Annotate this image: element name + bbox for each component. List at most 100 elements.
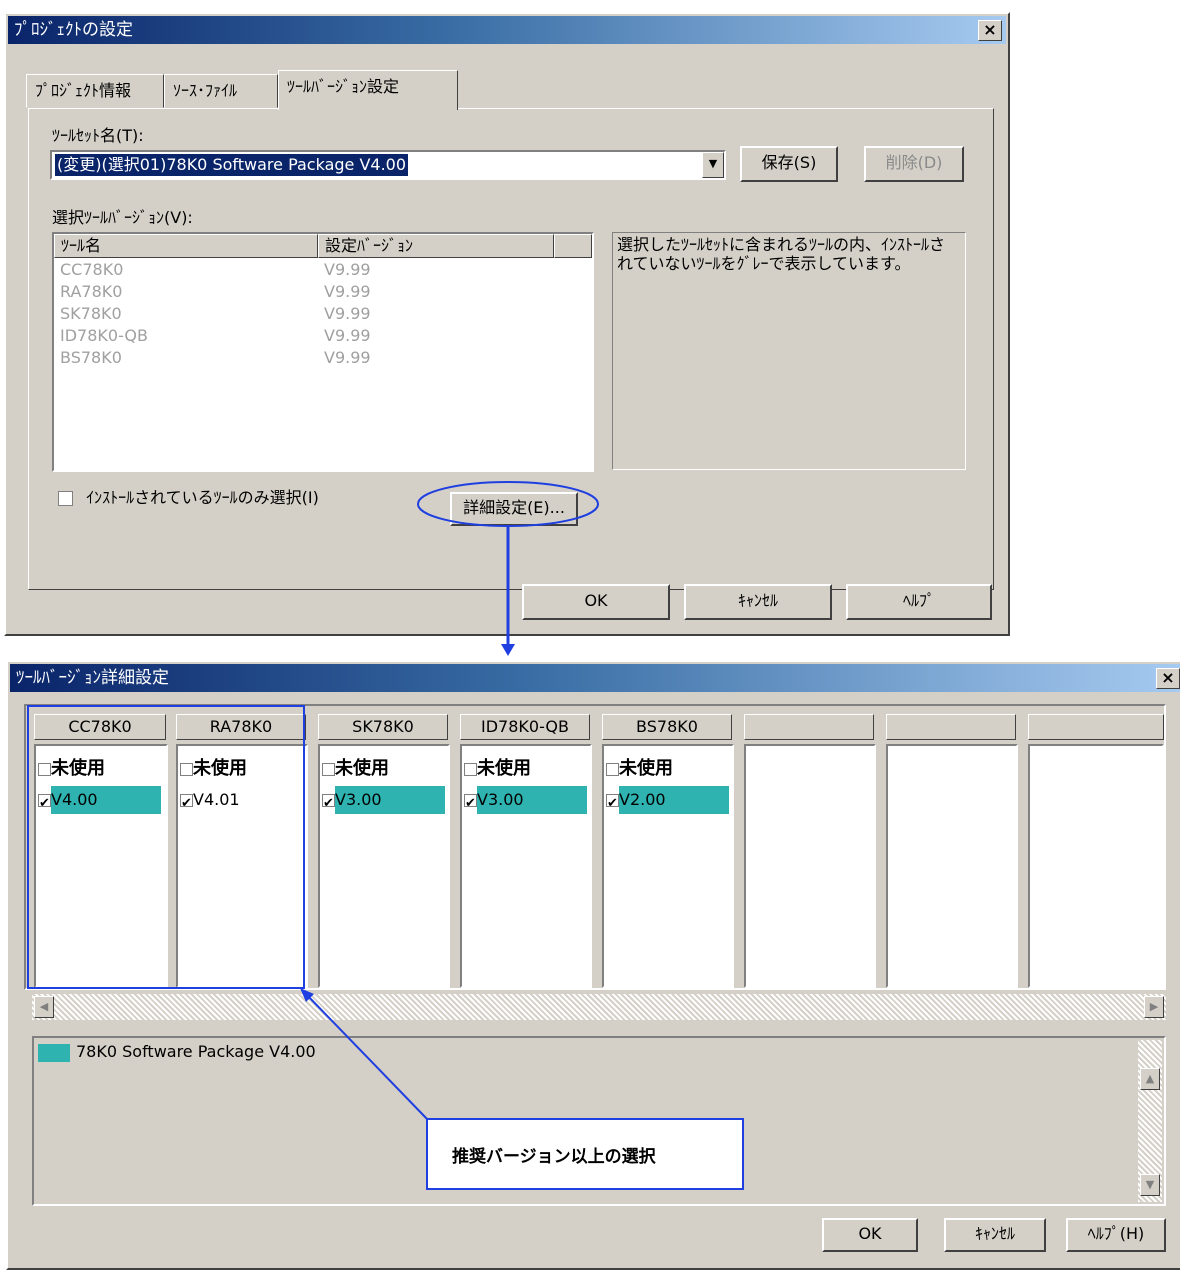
column-header-tool-name[interactable]: ﾂｰﾙ名 [54,234,318,258]
version-column[interactable]: 未使用 V3.00 [460,744,592,988]
scroll-right-icon[interactable]: ▶ [1144,996,1164,1018]
scroll-left-icon[interactable]: ◀ [34,996,54,1018]
callout-text: 推奨バージョン以上の選択 [452,1147,656,1167]
tool-version: V9.99 [324,260,371,279]
horizontal-scrollbar[interactable]: ◀ ▶ [32,994,1166,1020]
checkbox-checked[interactable] [38,790,51,818]
detail-titlebar[interactable]: ﾂｰﾙﾊﾞｰｼﾞｮﾝ詳細設定 × [10,664,1180,692]
checkbox[interactable] [606,762,619,776]
unused-option[interactable]: 未使用 [38,754,105,780]
detail-help-button[interactable]: ﾍﾙﾌﾟ(H) [1066,1218,1166,1252]
tool-name: RA78K0 [60,282,123,301]
version-column[interactable]: 未使用 V4.00 [34,744,168,988]
info-panel: 選択したﾂｰﾙｾｯﾄに含まれるﾂｰﾙの内、ｲﾝｽﾄｰﾙされていないﾂｰﾙをｸﾞﾚ… [612,232,966,470]
scroll-down-icon[interactable]: ▼ [1140,1174,1160,1196]
unused-label: 未使用 [335,758,389,779]
checkbox[interactable] [322,762,335,776]
tool-version: V9.99 [324,282,371,301]
column-header[interactable]: CC78K0 [34,714,166,740]
checkbox[interactable] [464,762,477,776]
tool-version-list[interactable]: ﾂｰﾙ名 設定ﾊﾞｰｼﾞｮﾝ CC78K0 V9.99 RA78K0 V9.99… [52,232,594,472]
project-settings-title: ﾌﾟﾛｼﾞｪｸﾄの設定 [14,20,133,40]
installed-only-checkbox[interactable]: ｲﾝｽﾄｰﾙされているﾂｰﾙのみ選択(I) [58,484,319,508]
cancel-button[interactable]: ｷｬﾝｾﾙ [684,584,832,620]
column-header[interactable]: SK78K0 [318,714,448,740]
legend-text: 78K0 Software Package V4.00 [76,1042,316,1061]
version-label: V3.00 [477,786,587,814]
column-header[interactable] [886,714,1016,740]
checkbox[interactable] [180,762,193,776]
unused-option[interactable]: 未使用 [180,754,247,780]
toolset-name-label: ﾂｰﾙｾｯﾄ名(T): [52,126,144,145]
unused-label: 未使用 [193,758,247,779]
checkbox-box[interactable] [58,491,73,506]
version-option[interactable]: V2.00 [606,786,729,818]
vertical-scrollbar[interactable]: ▲ ▼ [1138,1040,1162,1202]
info-text: 選択したﾂｰﾙｾｯﾄに含まれるﾂｰﾙの内、ｲﾝｽﾄｰﾙされていないﾂｰﾙをｸﾞﾚ… [617,235,946,273]
version-label: 選択ﾂｰﾙﾊﾞｰｼﾞｮﾝ(V): [52,208,193,227]
version-option[interactable]: V3.00 [464,786,587,818]
column-header-spacer [554,234,592,258]
ok-button[interactable]: OK [522,584,670,620]
delete-button[interactable]: 削除(D) [864,146,964,182]
unused-label: 未使用 [477,758,531,779]
toolset-combobox[interactable]: (変更)(選択01)78K0 Software Package V4.00 ▼ [50,150,726,180]
column-header[interactable]: BS78K0 [602,714,732,740]
legend-swatch [38,1044,70,1062]
arrow-down-icon [501,644,515,656]
annotation-callout: 推奨バージョン以上の選択 [426,1118,744,1190]
tool-version: V9.99 [324,304,371,323]
unused-option[interactable]: 未使用 [464,754,531,780]
tab-source-file[interactable]: ｿｰｽ･ﾌｧｲﾙ [164,74,278,108]
toolset-combobox-value: (変更)(選択01)78K0 Software Package V4.00 [55,154,409,176]
tool-name: CC78K0 [60,260,124,279]
tab-project-info[interactable]: ﾌﾟﾛｼﾞｪｸﾄ情報 [26,74,164,108]
project-settings-dialog: ﾌﾟﾛｼﾞｪｸﾄの設定 × ﾌﾟﾛｼﾞｪｸﾄ情報 ｿｰｽ･ﾌｧｲﾙ ﾂｰﾙﾊﾞｰ… [4,12,1010,636]
version-column[interactable]: 未使用 V3.00 [318,744,450,988]
column-header-version[interactable]: 設定ﾊﾞｰｼﾞｮﾝ [318,234,554,258]
checkbox-checked[interactable] [180,790,193,818]
checkbox-checked[interactable] [606,790,619,818]
column-header[interactable] [1028,714,1164,740]
version-column[interactable]: 未使用 V4.01 [176,744,308,988]
version-option[interactable]: V4.01 [180,786,240,818]
tool-name: ID78K0-QB [60,326,148,345]
tool-version: V9.99 [324,326,371,345]
detail-cancel-button[interactable]: ｷｬﾝｾﾙ [944,1218,1046,1252]
version-option[interactable]: V3.00 [322,786,445,818]
help-button[interactable]: ﾍﾙﾌﾟ [846,584,992,620]
tab-tool-version[interactable]: ﾂｰﾙﾊﾞｰｼﾞｮﾝ設定 [278,70,458,110]
unused-option[interactable]: 未使用 [322,754,389,780]
column-header[interactable]: ID78K0-QB [460,714,590,740]
detail-settings-button[interactable]: 詳細設定(E)... [450,492,578,526]
project-settings-titlebar[interactable]: ﾌﾟﾛｼﾞｪｸﾄの設定 × [8,16,1006,44]
scroll-up-icon[interactable]: ▲ [1140,1068,1160,1090]
checkbox-label: ｲﾝｽﾄｰﾙされているﾂｰﾙのみ選択(I) [86,488,319,507]
detail-title: ﾂｰﾙﾊﾞｰｼﾞｮﾝ詳細設定 [16,668,169,688]
version-column[interactable]: 未使用 V2.00 [602,744,734,988]
version-label: V4.00 [51,786,161,814]
detail-ok-button[interactable]: OK [822,1218,918,1252]
checkbox-checked[interactable] [322,790,335,818]
tab-label: ﾌﾟﾛｼﾞｪｸﾄ情報 [35,81,132,100]
save-button[interactable]: 保存(S) [740,146,838,182]
column-header[interactable]: RA78K0 [176,714,306,740]
version-column-empty[interactable] [886,744,1018,988]
tab-label: ﾂｰﾙﾊﾞｰｼﾞｮﾝ設定 [287,77,400,96]
unused-label: 未使用 [619,758,673,779]
list-header: ﾂｰﾙ名 設定ﾊﾞｰｼﾞｮﾝ [54,234,592,258]
tool-name: SK78K0 [60,304,122,323]
column-header[interactable] [744,714,874,740]
unused-option[interactable]: 未使用 [606,754,673,780]
chevron-down-icon[interactable]: ▼ [702,152,724,178]
column-header-label: ﾂｰﾙ名 [61,236,102,255]
version-column-empty[interactable] [1028,744,1164,988]
close-icon[interactable]: × [978,20,1002,41]
checkbox-checked[interactable] [464,790,477,818]
version-option[interactable]: V4.00 [38,786,161,818]
close-icon[interactable]: × [1156,668,1180,689]
unused-label: 未使用 [51,758,105,779]
version-column-empty[interactable] [744,744,876,988]
checkbox[interactable] [38,762,51,776]
version-label: V2.00 [619,786,729,814]
